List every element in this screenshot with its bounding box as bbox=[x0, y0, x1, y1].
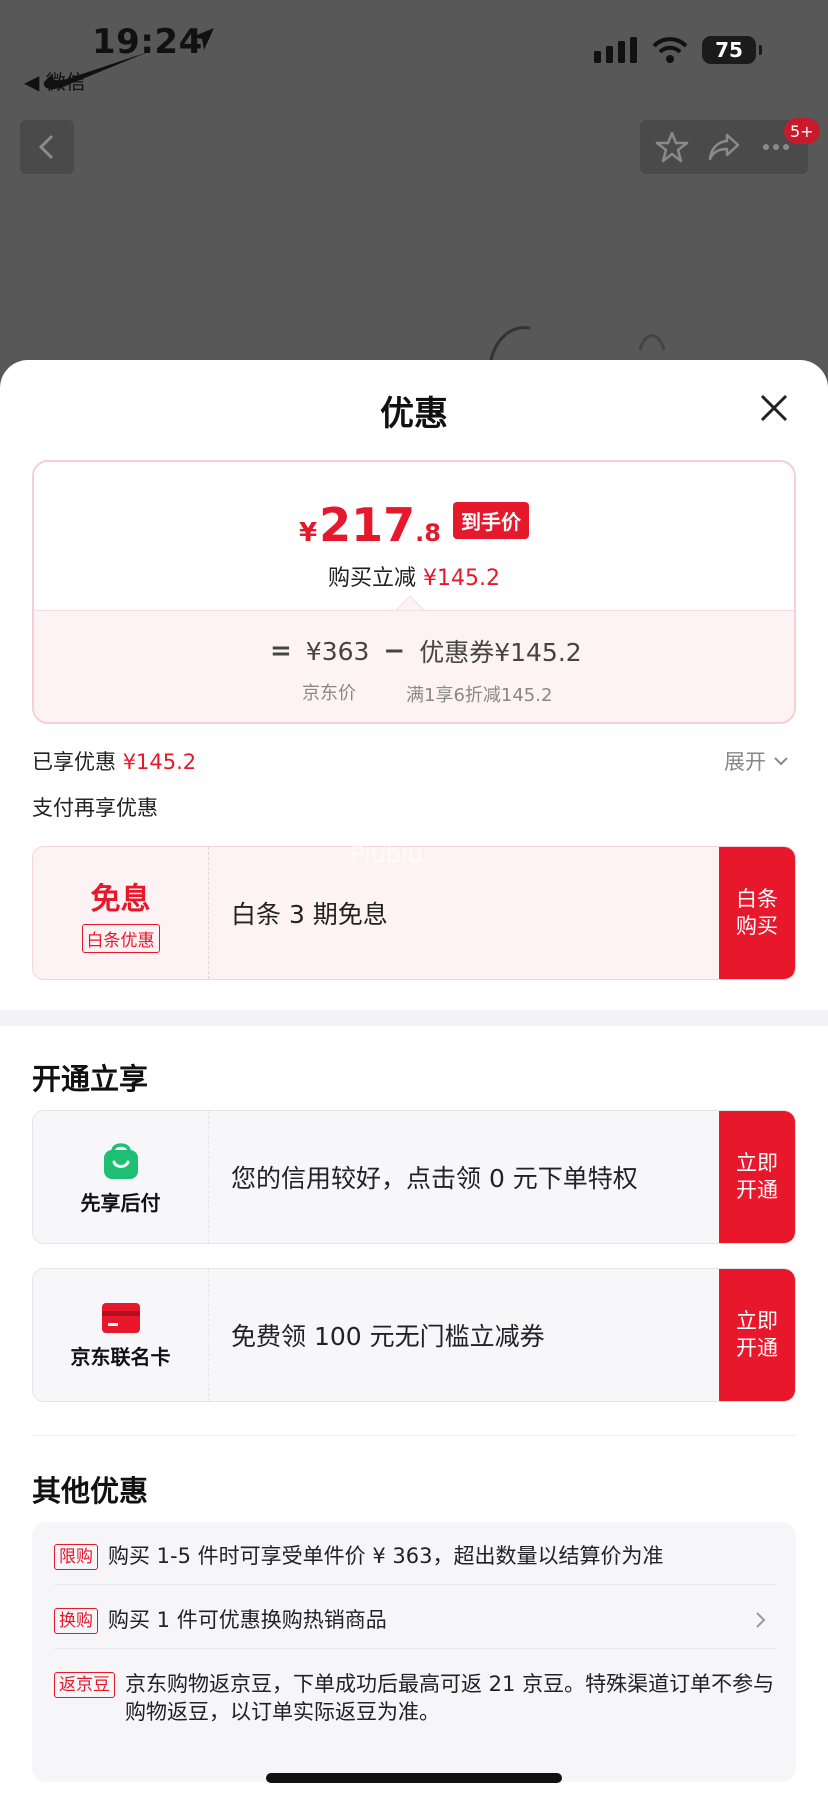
expand-toggle[interactable]: 展开 bbox=[724, 746, 790, 776]
jd-beans-tag: 返京豆 bbox=[54, 1672, 115, 1698]
top-actions bbox=[640, 120, 808, 174]
baitiao-text: 白条 3 期免息 bbox=[231, 900, 388, 929]
divider bbox=[32, 1435, 796, 1436]
jd-price: ¥363 bbox=[305, 636, 370, 666]
purchase-limit-tag: 限购 bbox=[54, 1544, 98, 1570]
shopping-bag-icon bbox=[103, 1142, 138, 1179]
co-brand-card[interactable]: 京东联名卡 免费领 100 元无门槛立减券 立即开通 bbox=[32, 1268, 796, 1402]
pay-later-open-button[interactable]: 立即开通 bbox=[719, 1111, 795, 1243]
message-count-badge: 5+ bbox=[784, 118, 820, 144]
trade-in-item[interactable]: 换购 购买 1 件可优惠换购热销商品 bbox=[54, 1606, 776, 1634]
back-to-app-link[interactable]: ◀ 微信 bbox=[24, 66, 86, 95]
watermark: Piubiu bbox=[350, 840, 423, 868]
coupon-rule-label: 满1享6折减145.2 bbox=[406, 685, 553, 706]
chevron-left-icon bbox=[38, 134, 54, 160]
price-card: ¥ 217 .8 到手价 购买立减 ¥145.2 = ¥363 − 优惠券¥14… bbox=[32, 460, 796, 724]
enjoyed-discount: 已享优惠 ¥145.2 bbox=[32, 750, 197, 774]
co-brand-card-text: 免费领 100 元无门槛立减券 bbox=[231, 1322, 545, 1351]
section-divider bbox=[0, 1010, 828, 1026]
open-section-title: 开通立享 bbox=[32, 1062, 149, 1096]
price-breakdown: = ¥363 − 优惠券¥145.2 京东价 满1享6折减145.2 bbox=[34, 610, 794, 722]
close-icon[interactable] bbox=[756, 390, 792, 426]
battery-indicator: 75 bbox=[702, 36, 762, 64]
final-price: ¥ 217 .8 到手价 bbox=[34, 498, 794, 552]
chevron-down-icon bbox=[774, 757, 788, 766]
chevron-right-icon[interactable] bbox=[754, 1610, 768, 1630]
pay-later-text: 您的信用较好，点击领 0 元下单特权 bbox=[231, 1164, 638, 1193]
coupon-amount: 优惠券¥145.2 bbox=[419, 638, 582, 667]
location-arrow-icon bbox=[192, 28, 214, 50]
back-button[interactable] bbox=[20, 120, 74, 174]
pay-more-title: 支付再享优惠 bbox=[32, 796, 158, 820]
jd-price-label: 京东价 bbox=[302, 683, 356, 704]
instant-reduction: 购买立减 ¥145.2 bbox=[328, 566, 500, 591]
discount-sheet: 优惠 ¥ 217 .8 到手价 购买立减 ¥145.2 = ¥363 − 优惠券… bbox=[0, 360, 828, 1795]
screen: 19:24 ◀ 微信 75 5+ 优惠 ¥ 217 .8 到手价 购买立减 ¥1… bbox=[0, 0, 828, 1795]
star-icon[interactable] bbox=[655, 130, 689, 164]
wifi-icon bbox=[652, 37, 688, 63]
home-indicator[interactable] bbox=[266, 1773, 562, 1783]
interest-free-label: 免息 bbox=[90, 881, 151, 917]
other-section-title: 其他优惠 bbox=[32, 1474, 149, 1508]
co-brand-card-name: 京东联名卡 bbox=[70, 1344, 171, 1369]
trade-in-tag: 换购 bbox=[54, 1608, 98, 1634]
pay-later-card[interactable]: 先享后付 您的信用较好，点击领 0 元下单特权 立即开通 bbox=[32, 1110, 796, 1244]
list-item: 返京豆 京东购物返京豆，下单成功后最高可返 21 京豆。特殊渠道订单不参与购物返… bbox=[54, 1670, 776, 1726]
other-discounts: 限购 购买 1-5 件时可享受单件价 ¥ 363，超出数量以结算价为准 换购 购… bbox=[32, 1522, 796, 1782]
credit-card-icon bbox=[101, 1302, 140, 1333]
baitiao-badge: 白条优惠 bbox=[81, 923, 160, 953]
baitiao-buy-button[interactable]: 白条购买 bbox=[719, 847, 795, 979]
pay-later-name: 先享后付 bbox=[80, 1190, 161, 1215]
list-item: 限购 购买 1-5 件时可享受单件价 ¥ 363，超出数量以结算价为准 bbox=[54, 1542, 776, 1570]
clock: 19:24 bbox=[92, 22, 203, 62]
final-price-tag: 到手价 bbox=[452, 502, 529, 539]
status-bar: 19:24 ◀ 微信 75 bbox=[0, 0, 828, 110]
signal-icon bbox=[594, 37, 637, 63]
sheet-title: 优惠 bbox=[380, 394, 448, 434]
share-icon[interactable] bbox=[707, 130, 741, 164]
co-brand-open-button[interactable]: 立即开通 bbox=[719, 1269, 795, 1401]
